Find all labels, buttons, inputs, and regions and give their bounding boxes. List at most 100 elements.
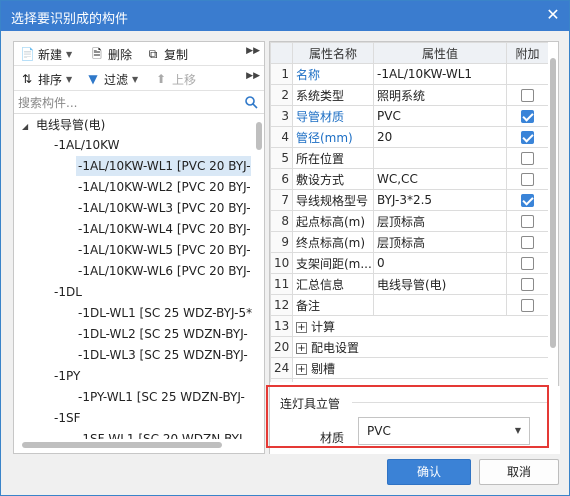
tree-node-label: -1AL/10KW-WL1 [PVC 20 BYJ-	[78, 159, 251, 173]
extra-checkbox[interactable]	[521, 89, 534, 102]
collapse-icon[interactable]: ◢	[22, 117, 32, 137]
extra-checkbox[interactable]	[521, 152, 534, 165]
title-bar: 选择要识别成的构件 ✕	[1, 1, 569, 31]
property-value[interactable]: WC,CC	[373, 168, 507, 190]
extra-checkbox[interactable]	[521, 257, 534, 270]
copy-button[interactable]: ⧉ 复制	[146, 45, 188, 63]
tree-item-node[interactable]: -1PY-WL1 [SC 25 WDZN-BYJ-	[78, 387, 245, 407]
extra-checkbox[interactable]	[521, 215, 534, 228]
header-extra: 附加	[506, 42, 548, 64]
extra-checkbox[interactable]	[521, 299, 534, 312]
highlight-box	[266, 385, 549, 448]
tree-item-node[interactable]: -1AL/10KW-WL2 [PVC 20 BYJ-	[78, 177, 251, 197]
property-row[interactable]: 13 + 计算	[270, 315, 548, 337]
tree-root-label: 电线导管(电)	[36, 118, 106, 132]
new-button[interactable]: 📄 新建 ▼	[20, 45, 72, 63]
tree-horizontal-thumb[interactable]	[22, 442, 222, 448]
tree-vertical-scrollbar[interactable]	[255, 116, 263, 438]
extra-checkbox[interactable]	[521, 110, 534, 123]
property-row[interactable]: 9 终点标高(m) 层顶标高	[270, 231, 548, 253]
tree-folder-node[interactable]: -1DL	[54, 282, 82, 302]
sort-button[interactable]: ⇅ 排序 ▼	[20, 70, 72, 88]
property-value[interactable]	[373, 147, 507, 169]
move-up-icon: ⬆	[155, 72, 167, 86]
property-row[interactable]: 1 名称 -1AL/10KW-WL1	[270, 63, 548, 85]
property-row[interactable]: 5 所在位置	[270, 147, 548, 169]
tree-item-node[interactable]: -1AL/10KW-WL1 [PVC 20 BYJ-	[76, 156, 251, 176]
property-row[interactable]: 3 导管材质 PVC	[270, 105, 548, 127]
extra-checkbox[interactable]	[521, 173, 534, 186]
toolbar-more-icon[interactable]: ▶▶	[246, 46, 260, 56]
group-row-cell[interactable]: + 配电设置	[292, 336, 548, 358]
delete-icon: 🗎	[92, 47, 102, 61]
tree-item-node[interactable]: -1DL-WL3 [SC 25 WDZN-BYJ-	[78, 345, 248, 365]
ok-button[interactable]: 确认	[387, 459, 471, 485]
property-value[interactable]: 20	[373, 126, 507, 148]
property-row[interactable]: 10 支架间距(m... 0	[270, 252, 548, 274]
tree-folder-node[interactable]: -1SF	[54, 408, 80, 428]
tree-item-node[interactable]: -1AL/10KW-WL4 [PVC 20 BYJ-	[78, 219, 251, 239]
extra-cell	[506, 210, 548, 232]
property-value[interactable]: 照明系统	[373, 84, 507, 106]
group-row-cell[interactable]: +显示样式	[292, 378, 548, 382]
tree-vertical-thumb[interactable]	[256, 122, 262, 150]
grid-vertical-thumb[interactable]	[550, 58, 556, 348]
tree-item-node[interactable]: -1AL/10KW-WL3 [PVC 20 BYJ-	[78, 198, 251, 218]
expand-icon[interactable]: +	[296, 363, 307, 375]
search-icon[interactable]	[244, 95, 258, 109]
property-value[interactable]: PVC	[373, 105, 507, 127]
property-value[interactable]	[373, 294, 507, 316]
extra-checkbox[interactable]	[521, 131, 534, 144]
property-row[interactable]: 24 + 剔槽	[270, 357, 548, 379]
property-value[interactable]: 电线导管(电)	[373, 273, 507, 295]
filter-label: 过滤	[104, 72, 129, 87]
tree-item-node[interactable]: -1DL-WL1 [SC 25 WDZ-BYJ-5*	[78, 303, 252, 323]
close-icon[interactable]: ✕	[543, 5, 563, 25]
property-row[interactable]: 8 起点标高(m) 层顶标高	[270, 210, 548, 232]
property-value[interactable]: 层顶标高	[373, 231, 507, 253]
property-row[interactable]: 6 敷设方式 WC,CC	[270, 168, 548, 190]
tree-item-node[interactable]: -1AL/10KW-WL6 [PVC 20 BYJ-	[78, 261, 251, 281]
property-row[interactable]: 12 备注	[270, 294, 548, 316]
tree-root[interactable]: ◢ 电线导管(电)	[22, 115, 105, 135]
search-input[interactable]	[18, 94, 238, 112]
property-row[interactable]: 11 汇总信息 电线导管(电)	[270, 273, 548, 295]
tree-node-label: -1PY-WL1 [SC 25 WDZN-BYJ-	[78, 390, 245, 404]
toolbar-row-1: 📄 新建 ▼ 🗎 删除 ⧉ 复制 ▶▶	[14, 42, 264, 66]
property-row[interactable]: 2 系统类型 照明系统	[270, 84, 548, 106]
tree-node-label: -1AL/10KW-WL4 [PVC 20 BYJ-	[78, 222, 251, 236]
property-grid: 属性名称 属性值 附加 1 名称 -1AL/10KW-WL1 2 系统类型 照明系统 3 导管…	[270, 42, 548, 382]
property-value[interactable]: 层顶标高	[373, 210, 507, 232]
property-value[interactable]: -1AL/10KW-WL1	[373, 63, 507, 85]
component-tree: ◢ 电线导管(电) -1AL/10KW -1AL/10KW-WL1 [PVC 20 …	[14, 115, 252, 439]
tree-horizontal-scrollbar[interactable]	[18, 441, 254, 449]
group-row-cell[interactable]: + 剔槽	[292, 357, 548, 379]
property-row[interactable]: 4 管径(mm) 20	[270, 126, 548, 148]
delete-button[interactable]: 🗎 删除	[90, 45, 132, 63]
expand-icon[interactable]: +	[296, 342, 307, 354]
tree-item-node[interactable]: -1AL/10KW-WL5 [PVC 20 BYJ-	[78, 240, 251, 260]
extra-checkbox[interactable]	[521, 194, 534, 207]
extra-checkbox[interactable]	[521, 278, 534, 291]
tree-folder-node[interactable]: -1PY	[54, 366, 80, 386]
property-value[interactable]: BYJ-3*2.5	[373, 189, 507, 211]
tree-folder-node[interactable]: -1AL/10KW	[54, 135, 119, 155]
extra-checkbox[interactable]	[521, 236, 534, 249]
cancel-button[interactable]: 取消	[479, 459, 559, 485]
tree-item-node[interactable]: -1SF-WL1 [SC 20 WDZN-BYJ-	[78, 429, 246, 439]
grid-vertical-scrollbar[interactable]	[549, 46, 557, 380]
expand-icon[interactable]: +	[296, 321, 307, 333]
row-number: 11	[270, 273, 293, 295]
property-row[interactable]: 7 导线规格型号 BYJ-3*2.5	[270, 189, 548, 211]
property-row[interactable]: 27+显示样式	[270, 378, 548, 382]
group-row-cell[interactable]: + 计算	[292, 315, 548, 337]
extra-cell	[506, 168, 548, 190]
filter-button[interactable]: ▼ 过滤 ▼	[86, 70, 138, 88]
row-number: 20	[270, 336, 293, 358]
tree-item-node[interactable]: -1DL-WL2 [SC 25 WDZN-BYJ-	[78, 324, 248, 344]
property-row[interactable]: 20 + 配电设置	[270, 336, 548, 358]
move-up-button[interactable]: ⬆ 上移	[154, 70, 196, 88]
extra-cell	[506, 189, 548, 211]
toolbar-more-icon[interactable]: ▶▶	[246, 71, 260, 81]
property-value[interactable]: 0	[373, 252, 507, 274]
